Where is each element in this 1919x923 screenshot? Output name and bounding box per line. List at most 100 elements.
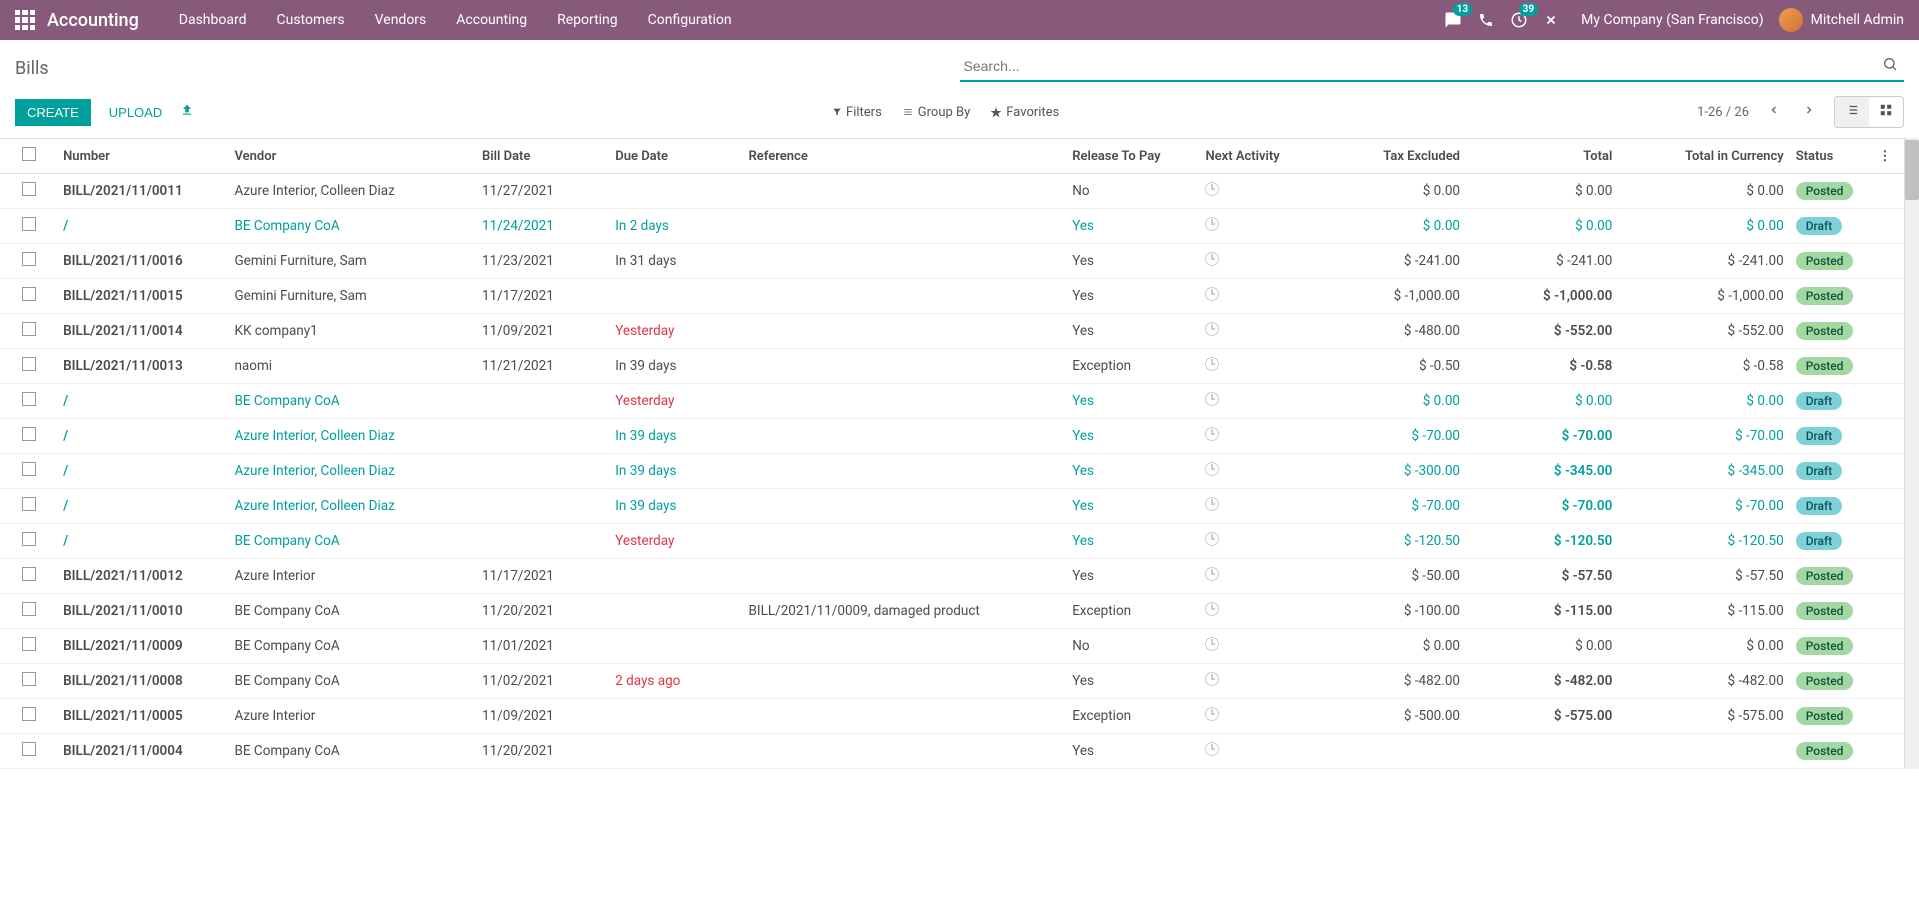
debug-close-icon[interactable] — [1544, 13, 1558, 27]
table-row[interactable]: BILL/2021/11/0014KK company111/09/2021Ye… — [0, 314, 1904, 349]
row-checkbox[interactable] — [22, 532, 36, 546]
cell-totalcurr: $ -482.00 — [1618, 664, 1789, 699]
cell-activity[interactable] — [1199, 594, 1313, 629]
cell-reference — [743, 664, 1067, 699]
user-menu[interactable]: Mitchell Admin — [1779, 8, 1904, 32]
cell-activity[interactable] — [1199, 314, 1313, 349]
col-totalcurr[interactable]: Total in Currency — [1618, 139, 1789, 174]
cell-reference — [743, 174, 1067, 209]
col-billdate[interactable]: Bill Date — [476, 139, 609, 174]
col-status[interactable]: Status — [1790, 139, 1866, 174]
table-row[interactable]: BILL/2021/11/0013naomi11/21/2021In 39 da… — [0, 349, 1904, 384]
cell-activity[interactable] — [1199, 524, 1313, 559]
activities-icon[interactable]: 39 — [1510, 11, 1528, 29]
nav-configuration[interactable]: Configuration — [648, 12, 732, 28]
cell-activity[interactable] — [1199, 349, 1313, 384]
upload-icon[interactable] — [180, 103, 194, 121]
col-options-icon[interactable]: ⋮ — [1866, 139, 1904, 174]
row-checkbox[interactable] — [22, 637, 36, 651]
col-reference[interactable]: Reference — [743, 139, 1067, 174]
cell-activity[interactable] — [1199, 244, 1313, 279]
table-row[interactable]: /BE Company CoA11/24/2021In 2 daysYes$ 0… — [0, 209, 1904, 244]
table-row[interactable]: /Azure Interior, Colleen DiazIn 39 daysY… — [0, 419, 1904, 454]
pager-text[interactable]: 1-26 / 26 — [1697, 105, 1749, 120]
pager-prev-icon[interactable] — [1764, 100, 1784, 124]
cell-activity[interactable] — [1199, 174, 1313, 209]
cell-activity[interactable] — [1199, 664, 1313, 699]
cell-release: Yes — [1066, 559, 1199, 594]
row-checkbox[interactable] — [22, 322, 36, 336]
row-checkbox[interactable] — [22, 672, 36, 686]
cell-activity[interactable] — [1199, 629, 1313, 664]
create-button[interactable]: CREATE — [15, 99, 91, 126]
filters-button[interactable]: Filters — [832, 105, 882, 120]
col-tax[interactable]: Tax Excluded — [1314, 139, 1466, 174]
cell-activity[interactable] — [1199, 489, 1313, 524]
table-row[interactable]: BILL/2021/11/0005Azure Interior11/09/202… — [0, 699, 1904, 734]
col-duedate[interactable]: Due Date — [609, 139, 742, 174]
nav-customers[interactable]: Customers — [277, 12, 345, 28]
col-next[interactable]: Next Activity — [1199, 139, 1313, 174]
table-row[interactable]: BILL/2021/11/0010BE Company CoA11/20/202… — [0, 594, 1904, 629]
row-checkbox[interactable] — [22, 427, 36, 441]
cell-activity[interactable] — [1199, 419, 1313, 454]
table-row[interactable]: BILL/2021/11/0009BE Company CoA11/01/202… — [0, 629, 1904, 664]
favorites-button[interactable]: Favorites — [990, 105, 1059, 120]
list-view-icon[interactable] — [1835, 97, 1869, 127]
table-row[interactable]: BILL/2021/11/0015Gemini Furniture, Sam11… — [0, 279, 1904, 314]
scrollbar[interactable] — [1904, 138, 1919, 769]
row-checkbox[interactable] — [22, 497, 36, 511]
cell-activity[interactable] — [1199, 454, 1313, 489]
col-total[interactable]: Total — [1466, 139, 1618, 174]
pager-next-icon[interactable] — [1799, 100, 1819, 124]
table-row[interactable]: /Azure Interior, Colleen DiazIn 39 daysY… — [0, 454, 1904, 489]
search-input[interactable] — [960, 54, 1877, 78]
table-row[interactable]: /BE Company CoAYesterdayYes$ -120.50$ -1… — [0, 524, 1904, 559]
nav-accounting[interactable]: Accounting — [456, 12, 527, 28]
kanban-view-icon[interactable] — [1869, 97, 1903, 127]
app-brand[interactable]: Accounting — [47, 10, 139, 31]
col-release[interactable]: Release To Pay — [1066, 139, 1199, 174]
cell-activity[interactable] — [1199, 559, 1313, 594]
search-bar[interactable] — [960, 54, 1905, 82]
upload-button[interactable]: UPLOAD — [101, 99, 170, 126]
row-checkbox[interactable] — [22, 707, 36, 721]
nav-reporting[interactable]: Reporting — [557, 12, 618, 28]
row-checkbox[interactable] — [22, 567, 36, 581]
cell-activity[interactable] — [1199, 279, 1313, 314]
search-icon[interactable] — [1876, 56, 1904, 76]
table-row[interactable]: BILL/2021/11/0004BE Company CoA11/20/202… — [0, 734, 1904, 769]
cell-activity[interactable] — [1199, 209, 1313, 244]
company-switcher[interactable]: My Company (San Francisco) — [1581, 12, 1763, 28]
cell-reference — [743, 629, 1067, 664]
table-row[interactable]: BILL/2021/11/0011Azure Interior, Colleen… — [0, 174, 1904, 209]
apps-menu-icon[interactable] — [15, 10, 35, 30]
row-checkbox[interactable] — [22, 287, 36, 301]
col-vendor[interactable]: Vendor — [228, 139, 476, 174]
table-row[interactable]: BILL/2021/11/0012Azure Interior11/17/202… — [0, 559, 1904, 594]
cell-activity[interactable] — [1199, 699, 1313, 734]
table-row[interactable]: /Azure Interior, Colleen DiazIn 39 daysY… — [0, 489, 1904, 524]
messaging-icon[interactable]: 13 — [1444, 11, 1462, 29]
nav-dashboard[interactable]: Dashboard — [179, 12, 247, 28]
col-number[interactable]: Number — [57, 139, 228, 174]
row-checkbox[interactable] — [22, 182, 36, 196]
row-checkbox[interactable] — [22, 392, 36, 406]
select-all-checkbox[interactable] — [22, 147, 36, 161]
row-checkbox[interactable] — [22, 252, 36, 266]
groupby-button[interactable]: Group By — [902, 105, 971, 120]
row-checkbox[interactable] — [22, 602, 36, 616]
cell-activity[interactable] — [1199, 734, 1313, 769]
cell-activity[interactable] — [1199, 384, 1313, 419]
clock-icon — [1205, 322, 1219, 336]
table-row[interactable]: BILL/2021/11/0008BE Company CoA11/02/202… — [0, 664, 1904, 699]
row-checkbox[interactable] — [22, 357, 36, 371]
phone-icon[interactable] — [1478, 12, 1494, 28]
row-checkbox[interactable] — [22, 462, 36, 476]
nav-vendors[interactable]: Vendors — [375, 12, 427, 28]
table-row[interactable]: /BE Company CoAYesterdayYes$ 0.00$ 0.00$… — [0, 384, 1904, 419]
row-checkbox[interactable] — [22, 742, 36, 756]
row-checkbox[interactable] — [22, 217, 36, 231]
cell-release: Yes — [1066, 279, 1199, 314]
table-row[interactable]: BILL/2021/11/0016Gemini Furniture, Sam11… — [0, 244, 1904, 279]
